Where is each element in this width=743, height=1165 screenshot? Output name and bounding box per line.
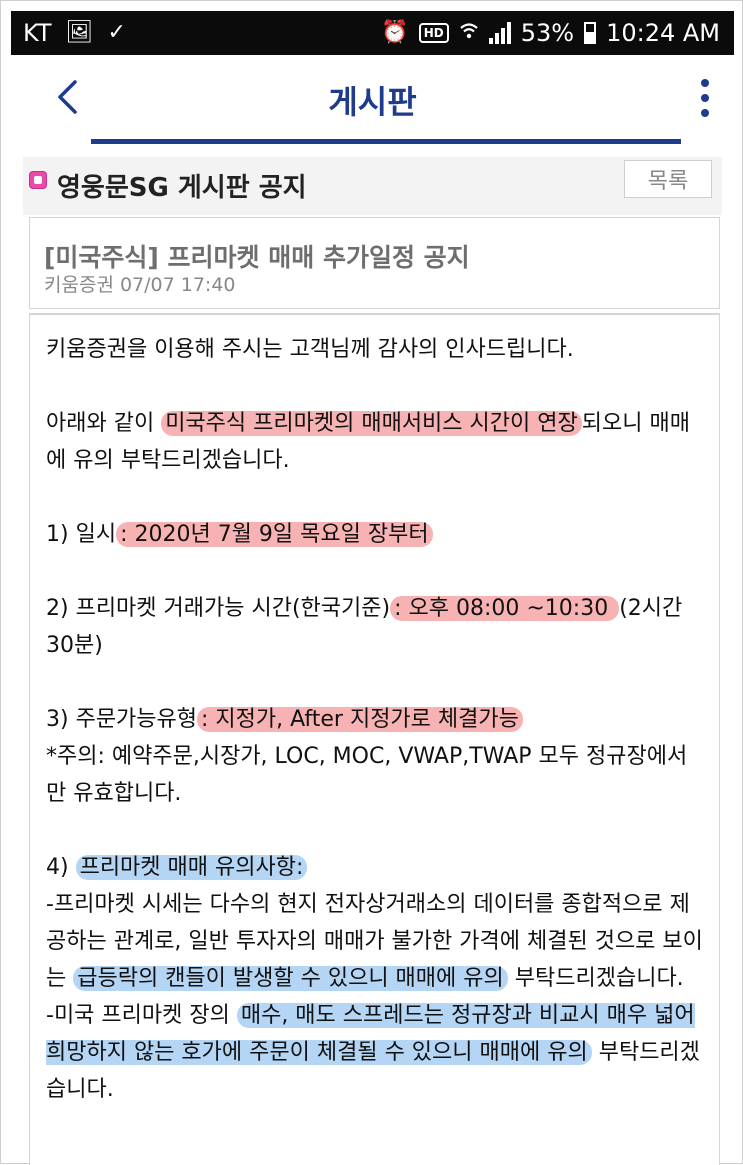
item-1: 1) 일시: 2020년 7월 9일 목요일 장부터 <box>46 516 706 553</box>
signal-icon <box>488 22 511 44</box>
carrier-label: KT <box>23 19 52 47</box>
item-4: 4) 프리마켓 매매 유의사항: <box>46 849 706 886</box>
board-bullet-icon <box>29 171 47 189</box>
item-2: 2) 프리마켓 거래가능 시간(한국기준): 오후 08:00 ~10:30 (… <box>46 590 706 664</box>
more-dot-icon <box>701 109 709 117</box>
highlight-red: : 2020년 7월 9일 목요일 장부터 <box>116 522 433 547</box>
list-button[interactable]: 목록 <box>624 160 712 198</box>
battery-icon <box>584 22 597 44</box>
highlight-red: : 지정가, After 지정가로 체결가능 <box>197 707 523 732</box>
hd-voice-icon: HD <box>418 23 449 43</box>
text-span: -미국 프리마켓 장의 <box>46 1003 237 1028</box>
item-4-bullet-1: -프리마켓 시세는 다수의 현지 전자상거래소의 데이터를 종합적으로 제공하는… <box>46 886 706 997</box>
clock: 10:24 AM <box>606 19 720 47</box>
app-notification-icon: ✓ <box>107 20 126 45</box>
wifi-icon <box>459 21 479 46</box>
highlight-red: 미국주식 프리마켓의 매매서비스 시간이 연장 <box>161 411 582 436</box>
highlight-blue: 프리마켓 매매 유의사항: <box>75 855 308 880</box>
post-meta: 키움증권 07/07 17:40 <box>44 274 236 296</box>
post-body: 키움증권을 이용해 주시는 고객님께 감사의 인사드립니다. 아래와 같이 미국… <box>29 313 720 1165</box>
highlight-blue: 급등락의 캔들이 발생할 수 있으니 매매에 유의 <box>73 966 508 991</box>
highlight-red: : 오후 08:00 ~10:30 <box>390 596 620 621</box>
gallery-icon: 🖼 <box>65 20 94 45</box>
item-label: 4) <box>46 855 76 880</box>
paragraph-notice: 아래와 같이 미국주식 프리마켓의 매매서비스 시간이 연장 되오니 매매에 유의… <box>46 405 706 479</box>
item-label: 2) 프리마켓 거래가능 시간(한국기준) <box>46 596 391 621</box>
alarm-icon: ⏰ <box>381 20 409 45</box>
battery-percent: 53% <box>520 19 575 47</box>
post-header: [미국주식] 프리마켓 매매 추가일정 공지 키움증권 07/07 17:40 <box>29 217 720 309</box>
item-3: 3) 주문가능유형: 지정가, After 지정가로 체결가능 <box>46 701 706 738</box>
item-label: 1) 일시 <box>46 522 117 547</box>
status-bar: KT 🖼 ✓ ⏰ HD 53% 10:24 AM <box>11 11 734 55</box>
post-title: [미국주식] 프리마켓 매매 추가일정 공지 <box>44 243 470 272</box>
page-title: 게시판 <box>328 83 417 121</box>
text-span: 부탁드리겠습니다. <box>507 966 684 991</box>
text-span: 아래와 같이 <box>46 411 162 436</box>
title-underline <box>91 139 681 144</box>
item-3-note: *주의: 예약주문,시장가, LOC, MOC, VWAP,TWAP 모두 정규… <box>46 744 688 806</box>
more-dot-icon <box>701 94 709 102</box>
item-4-bullet-2: -미국 프리마켓 장의 매수, 매도 스프레드는 정규장과 비교시 매우 넓어 … <box>46 997 706 1108</box>
post-content: 키움증권을 이용해 주시는 고객님께 감사의 인사드립니다. 아래와 같이 미국… <box>46 331 706 1108</box>
greeting-text: 키움증권을 이용해 주시는 고객님께 감사의 인사드립니다. <box>46 337 574 362</box>
board-header: 영웅문SG 게시판 공지 목록 <box>23 157 722 215</box>
more-dot-icon <box>701 79 709 87</box>
app-bar: 게시판 <box>11 55 734 143</box>
board-title: 영웅문SG 게시판 공지 <box>57 173 307 203</box>
item-label: 3) 주문가능유형 <box>46 707 198 732</box>
more-options-button[interactable] <box>690 73 720 123</box>
